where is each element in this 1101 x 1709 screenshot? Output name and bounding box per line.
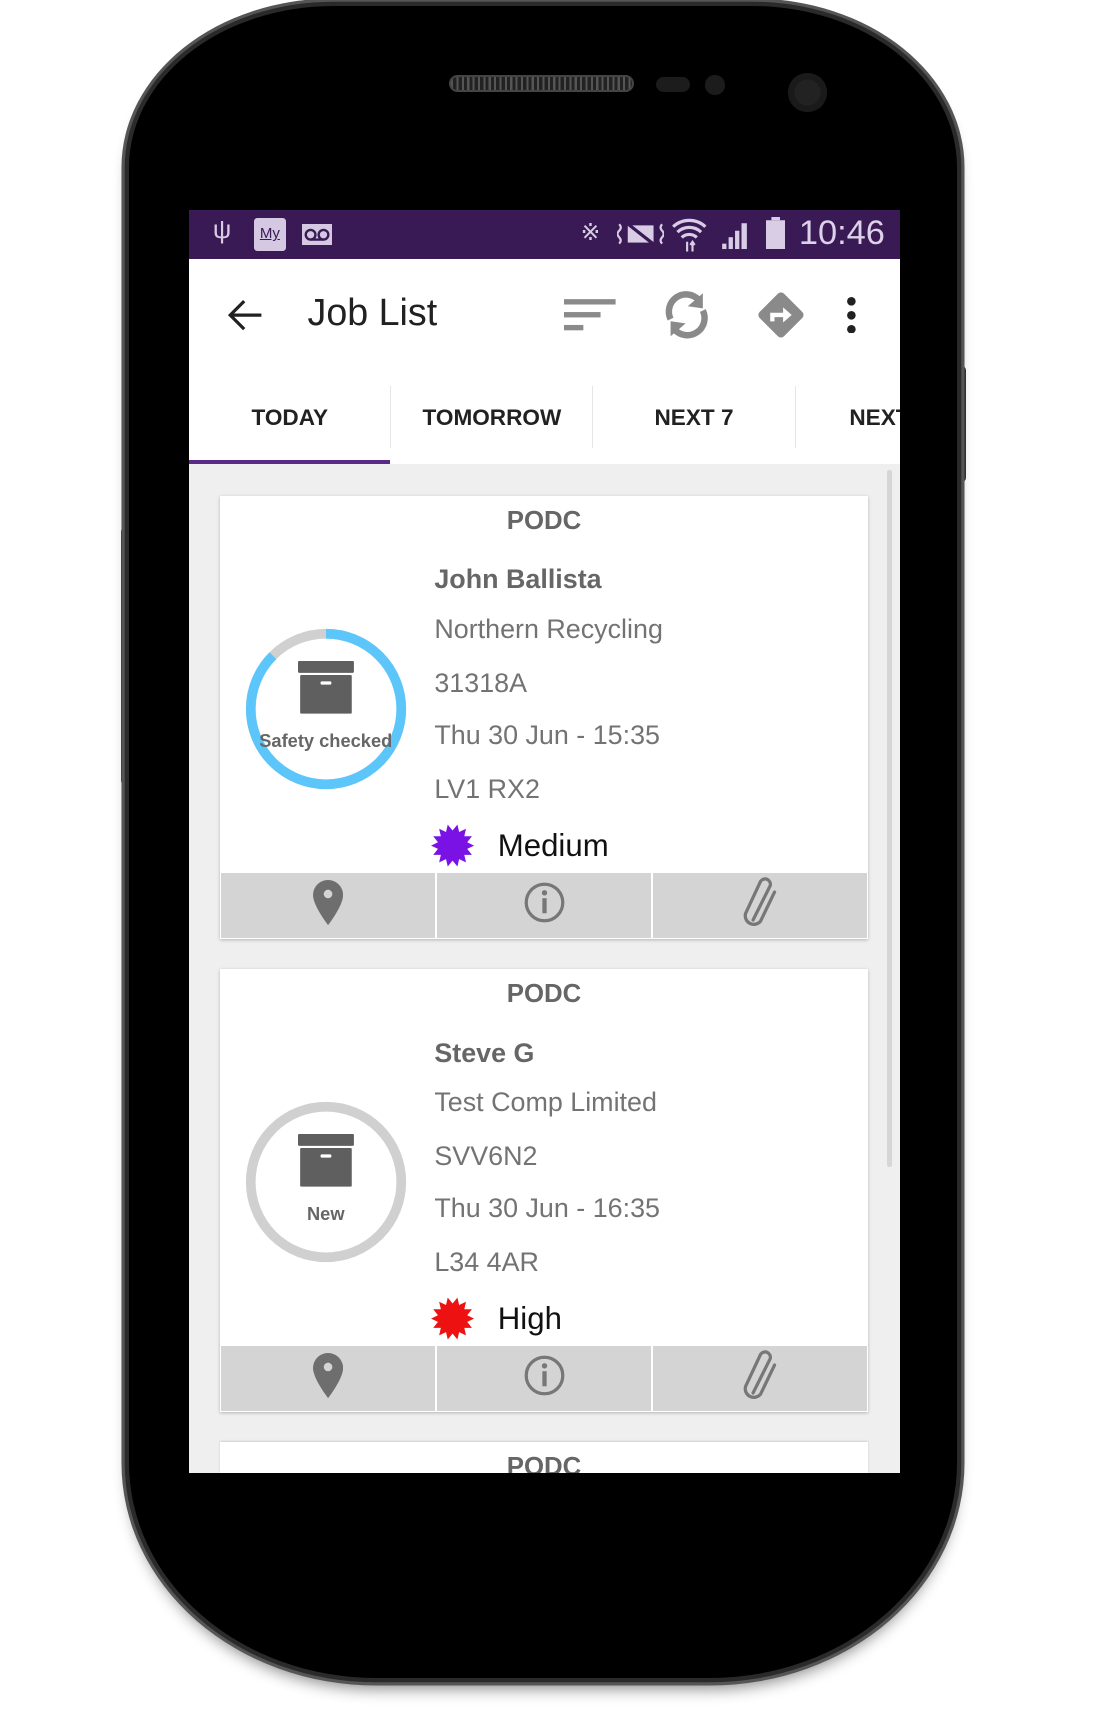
voicemail-icon [302,223,333,246]
info-button[interactable] [437,873,653,938]
job-status: Safety checked [259,730,393,752]
job-ref: SVV6N2 [434,1140,538,1171]
job-card[interactable]: PODC New Steve G Test Comp Limited SVV6N2 Thu… [220,968,868,1412]
archive-box-icon [297,661,354,714]
info-icon [523,881,566,929]
job-postcode: LV1 RX2 [434,774,540,805]
job-type: PODC [506,979,582,1008]
page-title: Job List [307,291,438,334]
archive-box-icon [297,1134,354,1187]
proximity-sensor [655,77,691,93]
back-arrow-icon[interactable] [217,287,273,343]
customer-name: Steve G [434,1037,535,1068]
battery-icon [765,217,785,250]
priority-badge-icon [431,1297,475,1340]
status-ring: Safety checked [240,623,412,795]
job-datetime: Thu 30 Jun - 16:35 [434,1193,660,1224]
job-ref: 31318A [434,667,528,698]
customer-name: John Ballista [434,564,602,595]
bluetooth-icon: ※ [580,220,601,247]
vibrate-mute-icon [617,221,665,248]
directions-icon[interactable] [753,287,809,343]
app-toolbar: Job List [189,259,900,371]
map-pin-button[interactable] [221,1346,438,1411]
attachment-button[interactable] [653,873,867,938]
attachment-button[interactable] [653,1346,867,1411]
scrollbar[interactable] [887,469,893,1167]
job-status: New [306,1203,345,1225]
signal-icon [722,223,748,250]
map-pin-icon [313,880,344,930]
job-datetime: Thu 30 Jun - 15:35 [434,720,660,751]
status-bar: ψ My ※ 10:46 [189,209,900,260]
info-icon [523,1354,566,1402]
status-ring: New [240,1096,412,1268]
speaker-grille [449,75,635,93]
job-priority: Medium [497,827,609,863]
my-app-icon: My [253,218,286,251]
more-vert-icon[interactable] [824,287,880,343]
priority-badge-icon [431,824,475,867]
tab-tomorrow[interactable]: TOMORROW [391,371,592,465]
card-actions [221,873,867,938]
light-sensor [705,75,725,95]
map-pin-icon [313,1353,344,1403]
job-type: PODC [506,1454,582,1473]
clock: 10:46 [798,213,885,252]
attachment-icon [738,1350,781,1407]
date-tabs: TODAY TOMORROW NEXT 7 NEXT [189,370,900,465]
job-company: Test Comp Limited [434,1087,657,1117]
wifi-icon [671,218,707,252]
screen: ψ My ※ 10:46 Job List TODAY TOMORROW NEX… [189,209,900,1474]
sort-icon[interactable] [563,287,619,343]
job-type: PODC [506,506,582,535]
tab-next[interactable]: NEXT [796,371,900,465]
tab-next-7[interactable]: NEXT 7 [594,371,795,465]
job-postcode: L34 4AR [434,1247,539,1278]
tab-today[interactable]: TODAY [189,371,390,465]
info-button[interactable] [437,1346,653,1411]
front-camera [788,73,827,112]
card-actions [221,1346,867,1411]
map-pin-button[interactable] [221,873,438,938]
sync-icon[interactable] [659,287,715,343]
usb-icon: ψ [212,216,232,245]
attachment-icon [738,877,781,934]
job-priority: High [497,1300,562,1336]
job-card[interactable]: PODC Safety checked John Ballista Northern … [220,495,868,939]
tab-indicator [189,460,391,465]
job-card[interactable]: PODC [220,1441,868,1473]
job-company: Northern Recycling [434,613,663,644]
